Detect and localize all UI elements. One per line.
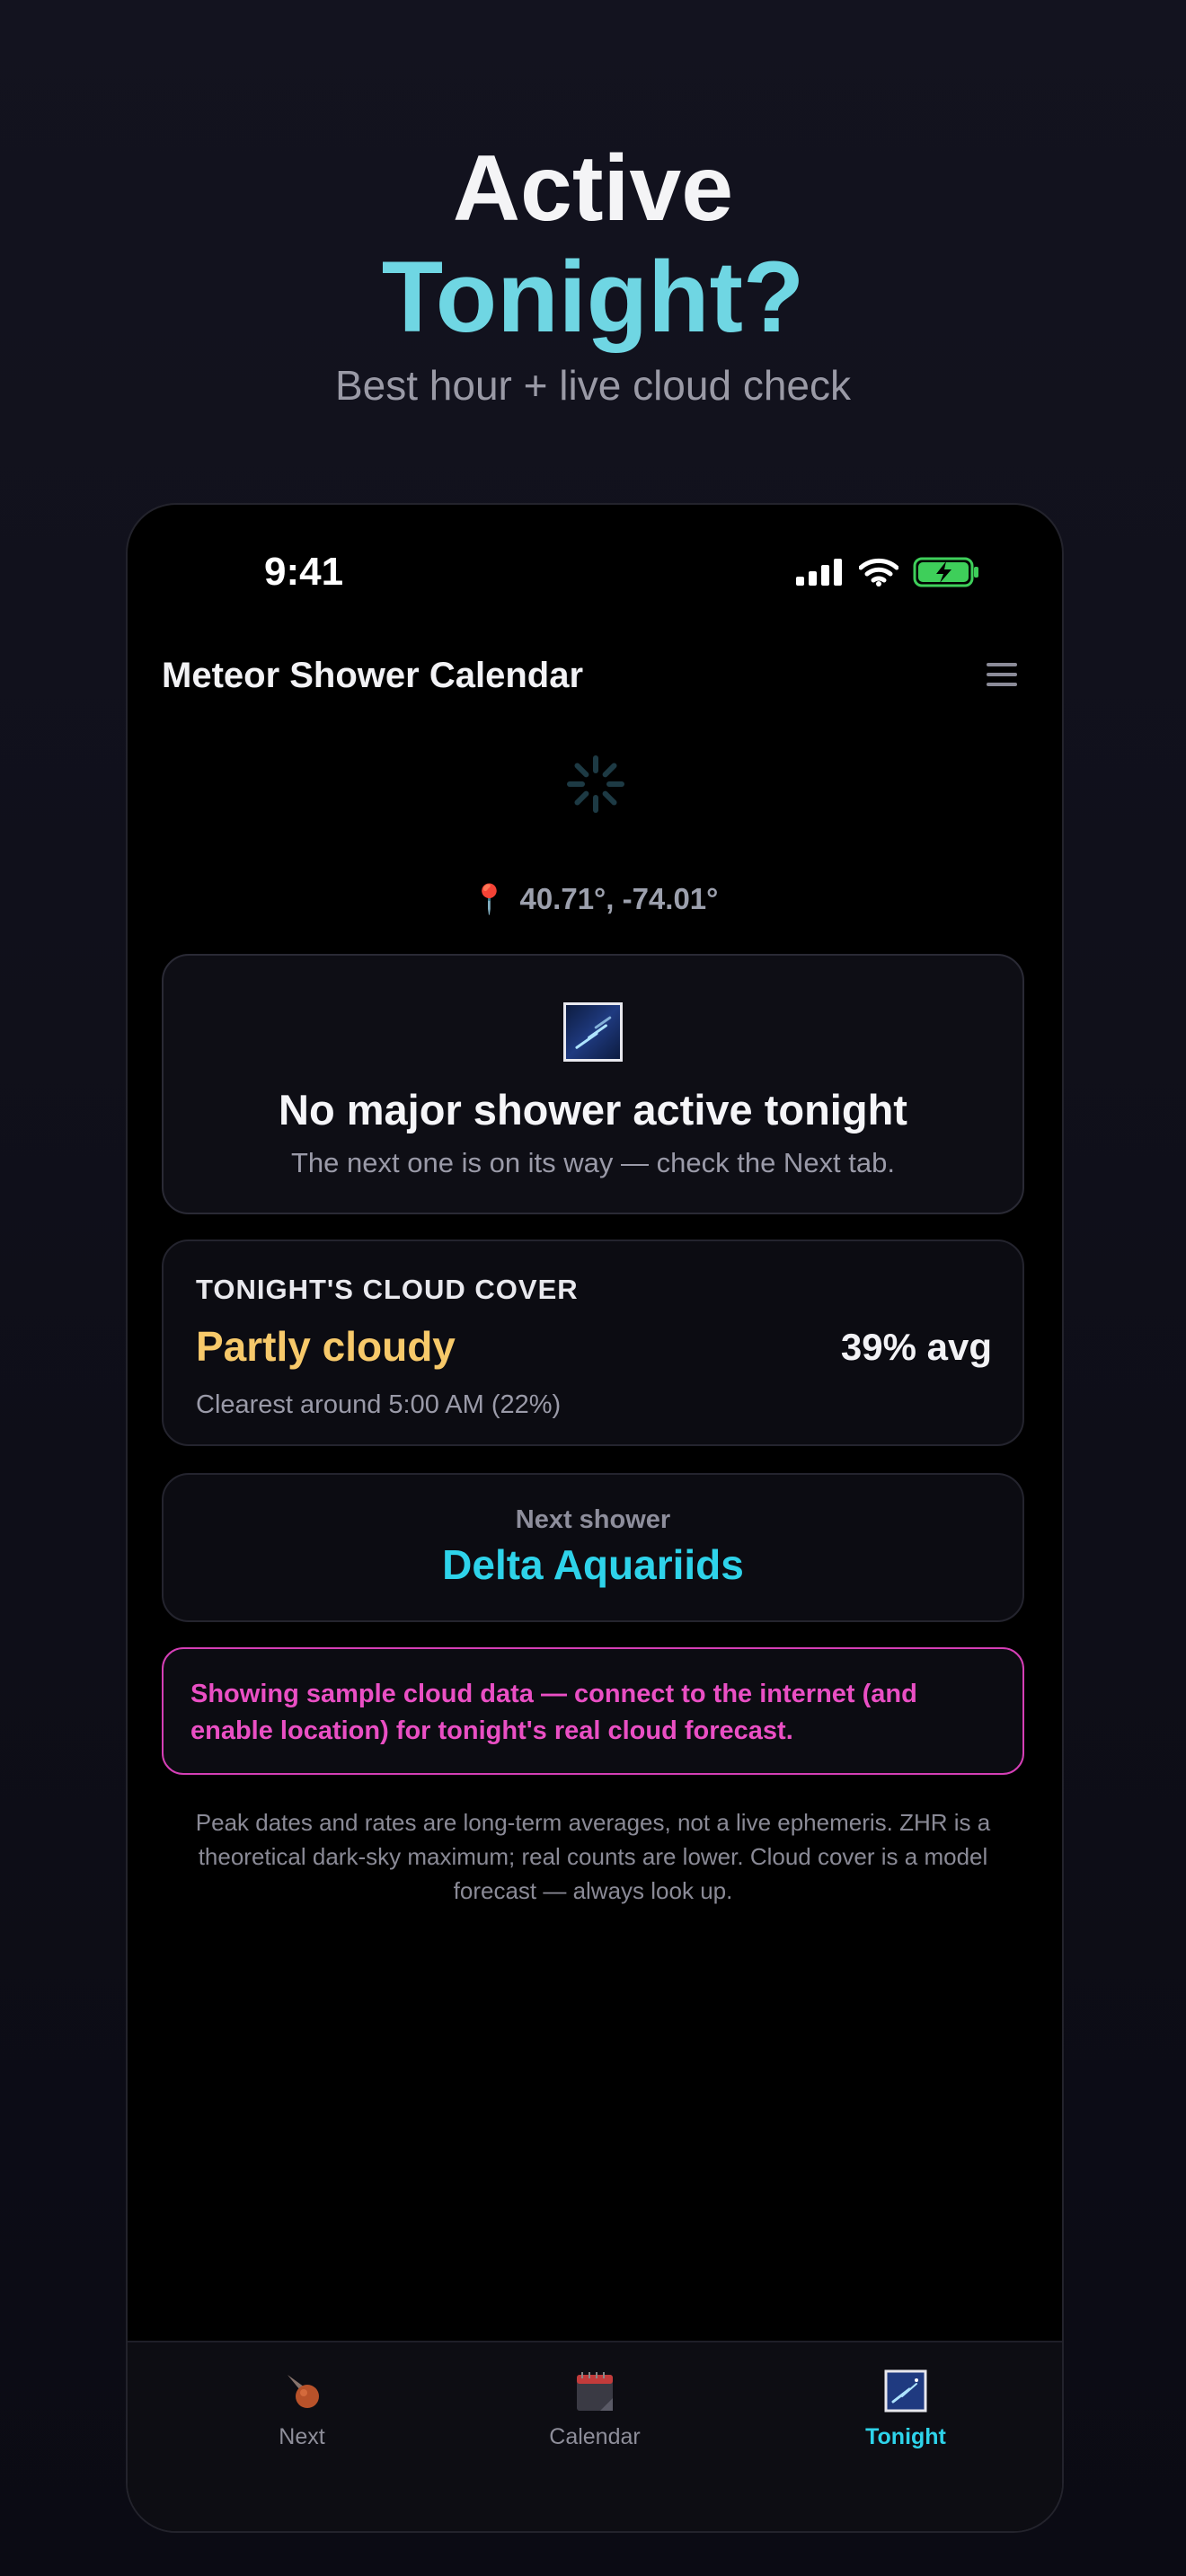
hamburger-menu-icon[interactable] <box>987 663 1017 690</box>
phone-frame: 9:41 Meteor Shower Calendar 📍 40.71°, -7… <box>126 503 1064 2533</box>
tab-next[interactable]: Next <box>212 2369 392 2450</box>
cloud-condition: Partly cloudy <box>196 1323 456 1370</box>
next-shower-name: Delta Aquariids <box>442 1541 744 1588</box>
tab-calendar[interactable]: Calendar <box>505 2369 685 2450</box>
hero-title-line2: Tonight? <box>381 241 805 353</box>
next-shower-card[interactable]: Next shower Delta Aquariids <box>162 1473 1024 1622</box>
disclaimer-text: Peak dates and rates are long-term avera… <box>195 1809 991 1904</box>
shower-status-subtitle: The next one is on its way — check the N… <box>291 1147 895 1178</box>
coords-text: 40.71°, -74.01° <box>519 882 719 915</box>
status-bar: 9:41 <box>128 505 1062 640</box>
loading-spinner-icon <box>567 755 624 813</box>
signal-icon <box>796 559 842 586</box>
app-title: Meteor Shower Calendar <box>162 656 584 695</box>
tab-calendar-label: Calendar <box>549 2424 641 2449</box>
hero-title-line1: Active <box>452 137 734 241</box>
night-sky-icon <box>884 2369 927 2413</box>
hero-header: Active Tonight? Best hour + live cloud c… <box>0 135 1186 410</box>
sample-data-warning: Showing sample cloud data — connect to t… <box>162 1647 1024 1775</box>
pin-icon: 📍 <box>471 883 508 915</box>
hero-subtitle: Best hour + live cloud check <box>334 362 852 409</box>
status-icons <box>796 557 979 587</box>
battery-charging-icon <box>913 557 978 587</box>
warning-text: Showing sample cloud data — connect to t… <box>190 1680 917 1745</box>
next-shower-label: Next shower <box>515 1505 671 1534</box>
tab-next-label: Next <box>279 2424 325 2449</box>
cloud-cover-card: TONIGHT'S CLOUD COVER Partly cloudy 39% … <box>162 1239 1024 1446</box>
status-time: 9:41 <box>264 550 344 594</box>
meteor-shower-icon <box>563 1002 623 1062</box>
tab-bar: Next Calendar Tonight <box>128 2341 1062 2531</box>
tab-tonight[interactable]: Tonight <box>816 2369 996 2450</box>
clearest-time: Clearest around 5:00 AM (22%) <box>196 1390 562 1419</box>
location-coordinates: 📍 40.71°, -74.01° <box>128 882 1062 916</box>
cloud-average: 39% avg <box>840 1326 992 1368</box>
shower-status-title: No major shower active tonight <box>279 1086 907 1134</box>
cloud-cover-label: TONIGHT'S CLOUD COVER <box>196 1274 579 1305</box>
calendar-icon <box>577 2372 613 2411</box>
comet-icon <box>288 2375 319 2408</box>
active-shower-card: No major shower active tonight The next … <box>162 954 1024 1214</box>
tab-tonight-label: Tonight <box>865 2424 946 2449</box>
wifi-icon <box>859 558 898 587</box>
